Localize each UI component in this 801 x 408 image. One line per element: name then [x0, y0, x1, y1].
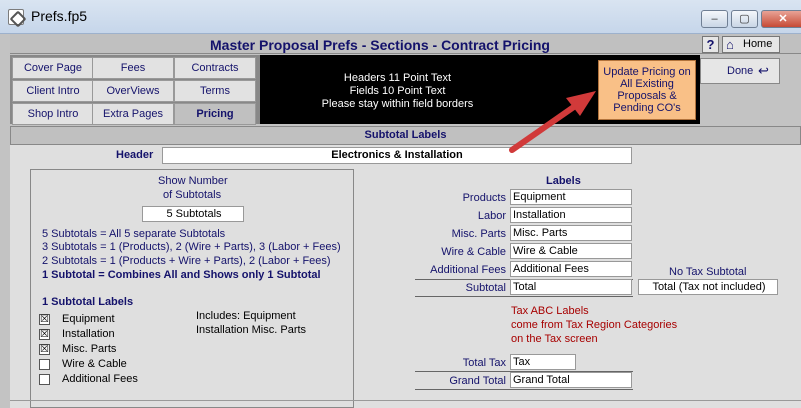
pointer-arrow-icon [509, 91, 596, 153]
